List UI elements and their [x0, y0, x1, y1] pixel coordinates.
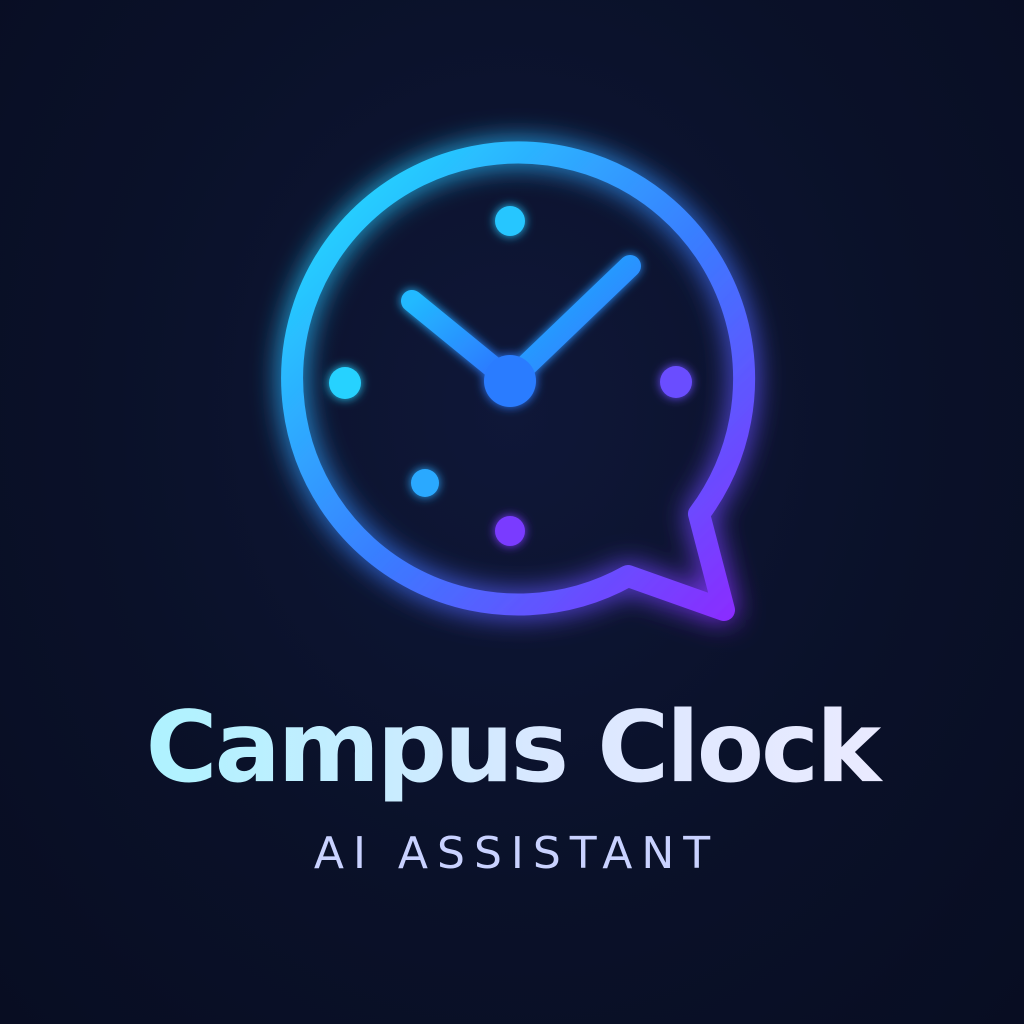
- hour-marker-6: [495, 516, 525, 546]
- logo-canvas: Campus Clock AI ASSISTANT: [0, 0, 1024, 1024]
- clock-center-hub: [484, 355, 536, 407]
- app-subtitle: AI ASSISTANT: [313, 828, 720, 879]
- clock-hands: [401, 255, 641, 407]
- hour-marker-7: [411, 469, 439, 497]
- app-title: Campus Clock: [0, 688, 1024, 808]
- hour-marker-12: [495, 206, 525, 236]
- hour-marker-9: [329, 367, 361, 399]
- hour-marker-3: [660, 366, 692, 398]
